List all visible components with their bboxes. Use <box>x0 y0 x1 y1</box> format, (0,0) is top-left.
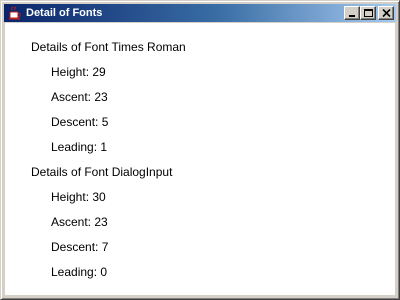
java-cup-icon[interactable] <box>7 5 23 21</box>
maximize-icon <box>364 9 373 17</box>
close-icon <box>382 9 391 18</box>
font-height: Height: 30 <box>51 190 106 204</box>
font-height: Height: 29 <box>51 65 106 79</box>
minimize-icon <box>349 15 355 17</box>
close-button[interactable] <box>378 6 394 20</box>
font-descent: Descent: 5 <box>51 115 109 129</box>
window-title: Detail of Fonts <box>26 7 103 19</box>
font-ascent: Ascent: 23 <box>51 215 108 229</box>
font-leading: Leading: 0 <box>51 265 108 279</box>
app-window: Detail of Fonts Details of Font Times Ro… <box>0 0 400 300</box>
font-descent: Descent: 7 <box>51 240 109 254</box>
minimize-button[interactable] <box>344 6 360 20</box>
font-heading: Details of Font DialogInput <box>31 165 173 179</box>
maximize-button[interactable] <box>360 6 376 20</box>
font-ascent: Ascent: 23 <box>51 90 108 104</box>
font-heading: Details of Font Times Roman <box>31 40 186 54</box>
title-bar[interactable]: Detail of Fonts <box>4 4 396 22</box>
font-leading: Leading: 1 <box>51 140 108 154</box>
font-details-panel: Details of Font Times Roman Height: 29 A… <box>5 23 395 295</box>
